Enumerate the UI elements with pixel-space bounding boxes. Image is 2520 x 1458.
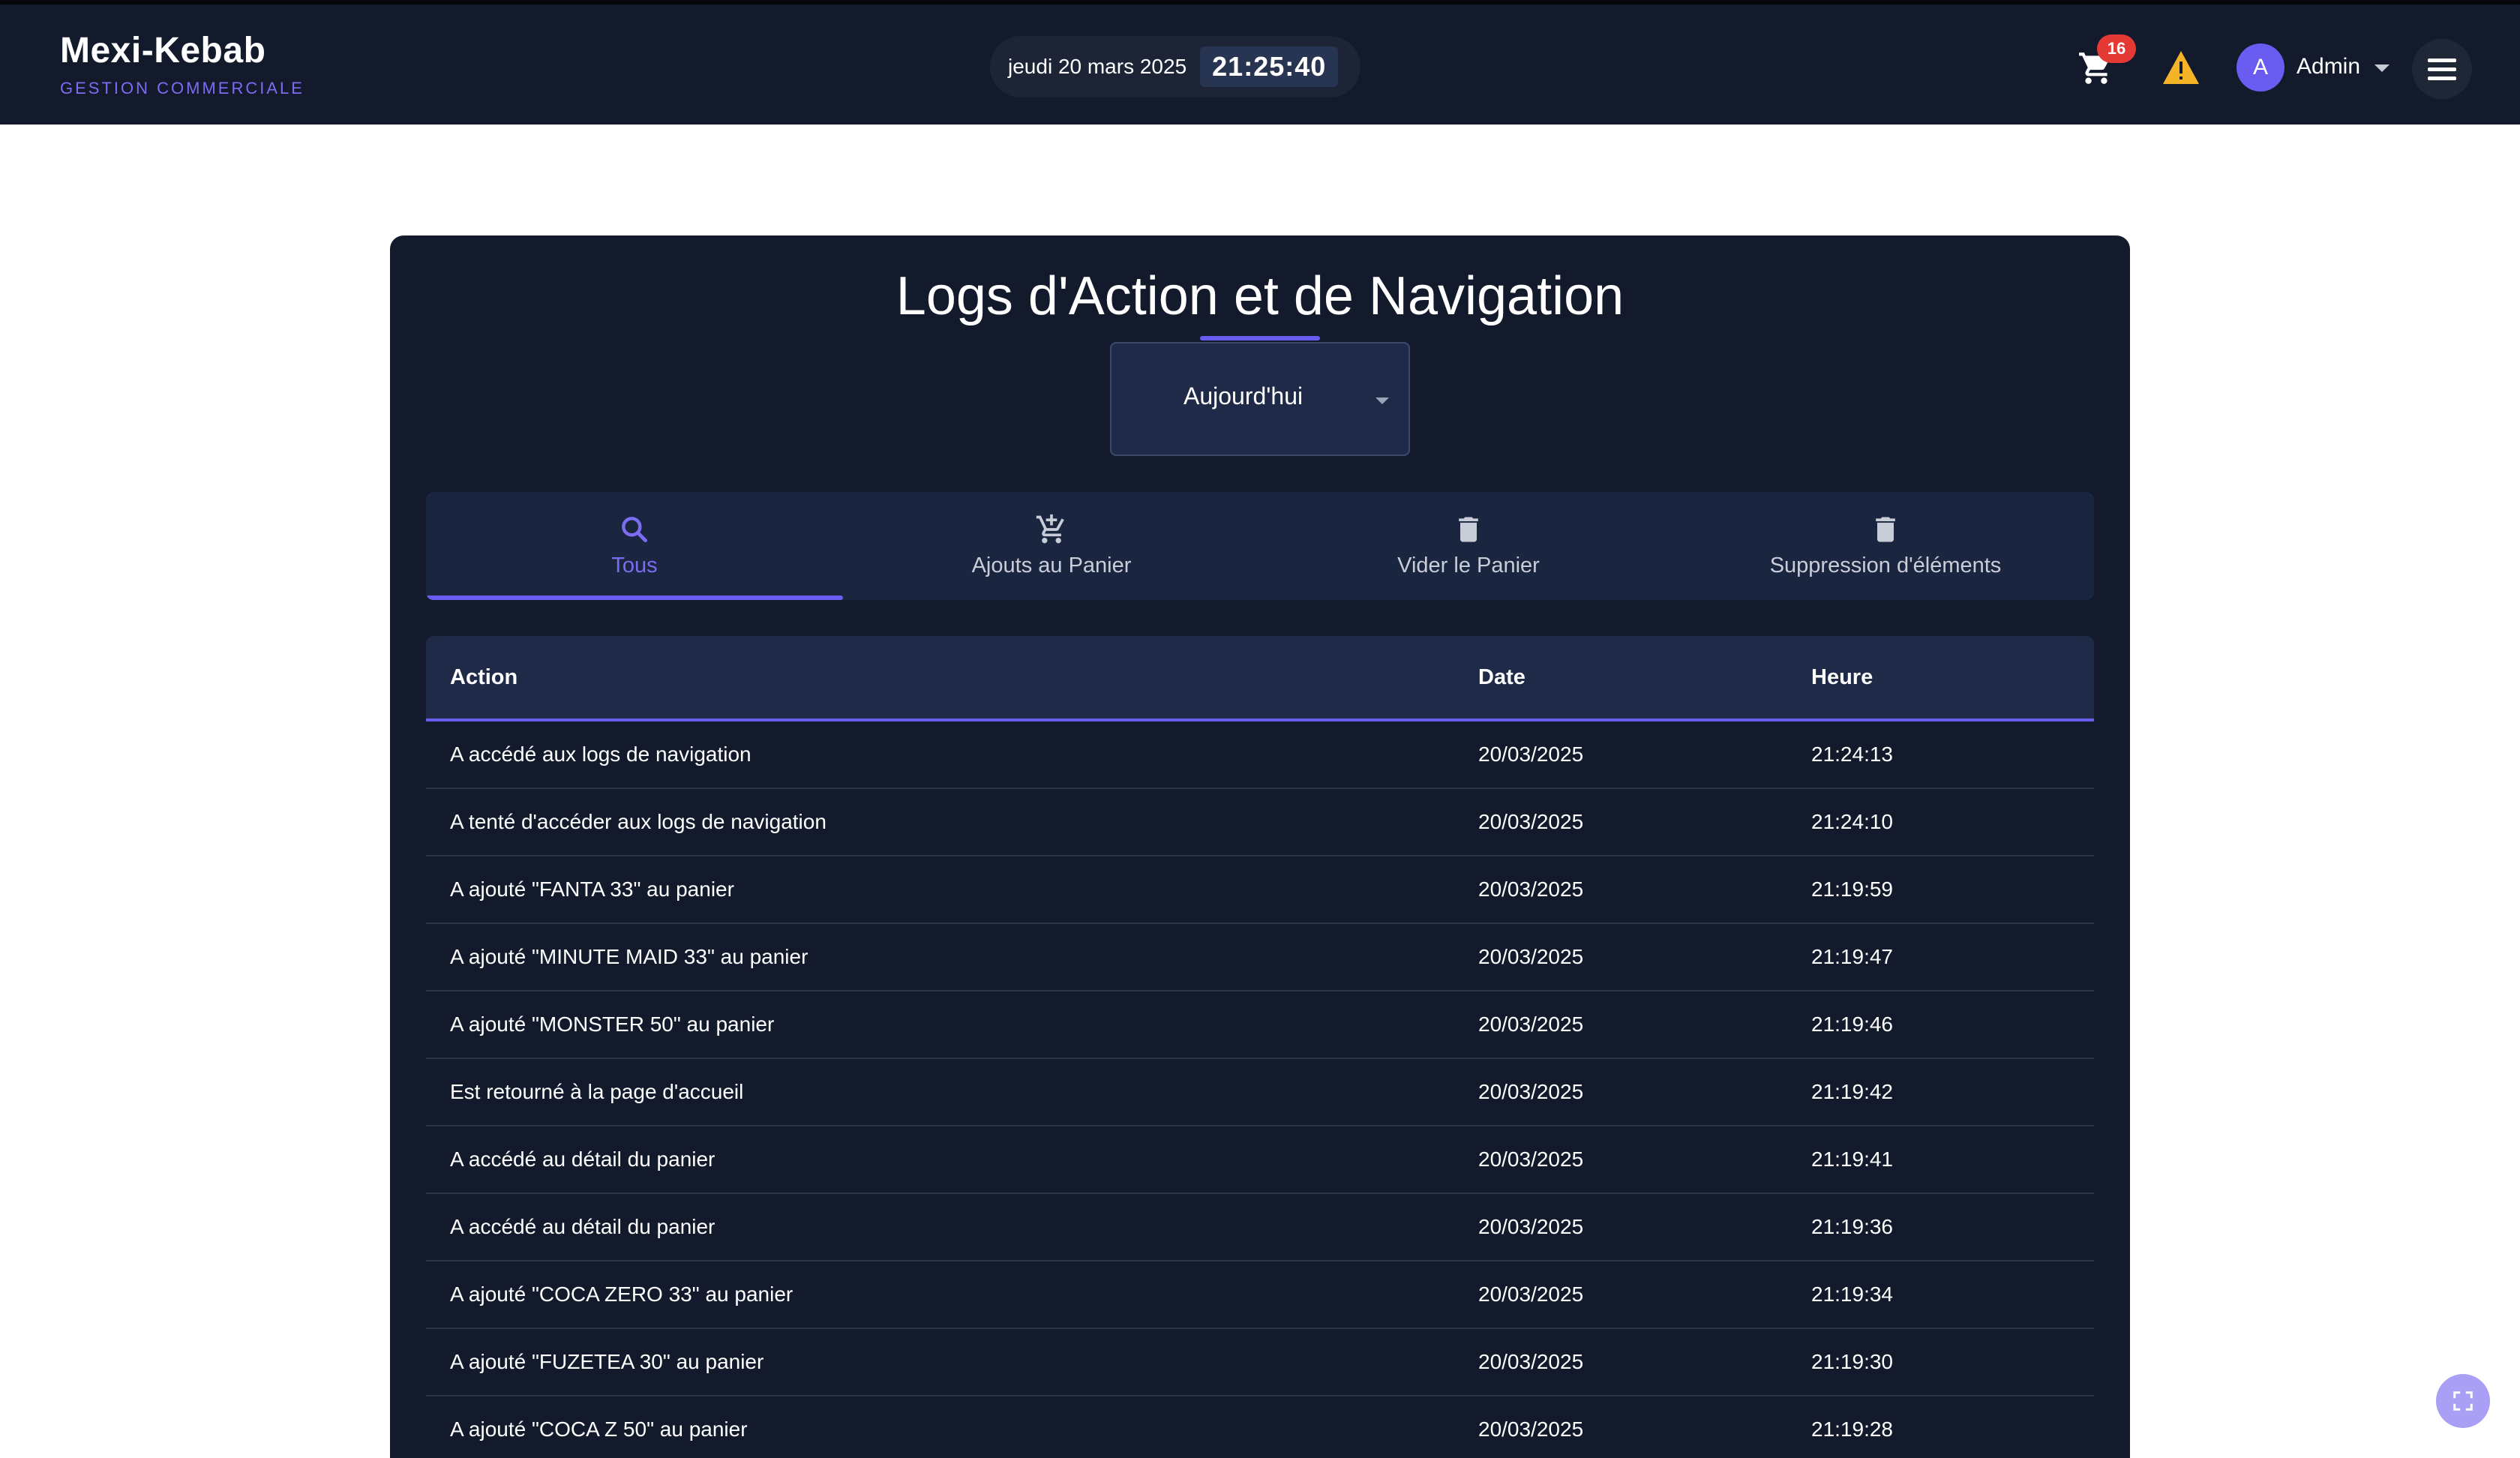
cell-action: A ajouté "MINUTE MAID 33" au panier xyxy=(450,945,808,968)
table-row: A ajouté "COCA Z 50" au panier 20/03/202… xyxy=(426,1396,2094,1458)
brand[interactable]: Mexi-Kebab GESTION COMMERCIALE xyxy=(60,30,304,98)
cell-action: A ajouté "MONSTER 50" au panier xyxy=(450,1012,775,1036)
table-header: Action Date Heure xyxy=(426,636,2094,722)
cart-add-icon xyxy=(1036,514,1064,544)
menu-button[interactable] xyxy=(2412,39,2472,99)
tab-all[interactable]: Tous xyxy=(426,492,843,600)
cell-time: 21:19:36 xyxy=(1811,1215,1893,1238)
trash-icon xyxy=(1459,517,1478,542)
column-header-action: Action xyxy=(450,664,518,689)
cell-action: A accédé au détail du panier xyxy=(450,1215,716,1238)
cell-date: 20/03/2025 xyxy=(1478,1215,1584,1238)
cell-date: 20/03/2025 xyxy=(1478,742,1584,766)
fullscreen-icon xyxy=(2453,1391,2473,1411)
table-row: A ajouté "FUZETEA 30" au panier 20/03/20… xyxy=(426,1329,2094,1396)
cell-date: 20/03/2025 xyxy=(1478,810,1584,833)
cell-time: 21:24:13 xyxy=(1811,742,1893,766)
current-date: jeudi 20 mars 2025 xyxy=(1008,55,1187,78)
cell-action: A ajouté "COCA ZERO 33" au panier xyxy=(450,1282,794,1306)
cell-time: 21:19:28 xyxy=(1811,1418,1893,1441)
cell-action: A accédé aux logs de navigation xyxy=(450,742,752,766)
column-header-time: Heure xyxy=(1811,664,1874,689)
tab-label: Ajouts au Panier xyxy=(971,554,1132,578)
search-icon xyxy=(622,517,648,543)
cell-time: 21:19:30 xyxy=(1811,1350,1893,1373)
cell-action: A tenté d'accéder aux logs de navigation xyxy=(450,810,826,833)
cell-time: 21:19:47 xyxy=(1811,945,1893,968)
warning-icon[interactable] xyxy=(2163,51,2199,84)
page-title: Logs d'Action et de Navigation xyxy=(896,266,1624,326)
cell-date: 20/03/2025 xyxy=(1478,1080,1584,1103)
chevron-down-icon[interactable] xyxy=(2374,64,2390,72)
cell-date: 20/03/2025 xyxy=(1478,1148,1584,1171)
menu-icon-bar xyxy=(2428,58,2456,62)
cell-date: 20/03/2025 xyxy=(1478,1418,1584,1441)
table-row: A accédé au détail du panier 20/03/2025 … xyxy=(426,1126,2094,1194)
avatar[interactable]: A xyxy=(2236,44,2284,92)
brand-subtitle: GESTION COMMERCIALE xyxy=(60,79,304,98)
cell-date: 20/03/2025 xyxy=(1478,1282,1584,1306)
chevron-down-icon xyxy=(1376,398,1389,404)
title-underline xyxy=(1200,336,1320,340)
table-row: A ajouté "MINUTE MAID 33" au panier 20/0… xyxy=(426,924,2094,992)
cell-time: 21:19:46 xyxy=(1811,1012,1893,1036)
cell-date: 20/03/2025 xyxy=(1478,878,1584,901)
log-filter-tabs: Tous Ajouts au Panier Vider le Panier Su… xyxy=(426,492,2094,600)
menu-icon-bar xyxy=(2428,67,2456,71)
tab-label: Tous xyxy=(611,554,658,578)
date-time-display: jeudi 20 mars 2025 21:25:40 xyxy=(990,36,1360,98)
cell-time: 21:19:59 xyxy=(1811,878,1893,901)
cart-count-badge: 16 xyxy=(2097,34,2136,63)
tab-label: Vider le Panier xyxy=(1397,554,1540,578)
cell-action: Est retourné à la page d'accueil xyxy=(450,1080,744,1103)
cell-action: A accédé au détail du panier xyxy=(450,1148,716,1171)
cell-time: 21:19:34 xyxy=(1811,1282,1893,1306)
table-row: A ajouté "FANTA 33" au panier 20/03/2025… xyxy=(426,856,2094,924)
table-row: Est retourné à la page d'accueil 20/03/2… xyxy=(426,1059,2094,1126)
current-time: 21:25:40 xyxy=(1200,46,1339,87)
tab-cart-additions[interactable]: Ajouts au Panier xyxy=(843,492,1260,600)
table-row: A accédé aux logs de navigation 20/03/20… xyxy=(426,722,2094,789)
cell-time: 21:24:10 xyxy=(1811,810,1893,833)
cell-date: 20/03/2025 xyxy=(1478,1350,1584,1373)
period-select[interactable]: Aujourd'hui xyxy=(1110,342,1410,456)
cell-action: A ajouté "COCA Z 50" au panier xyxy=(450,1418,748,1441)
cell-date: 20/03/2025 xyxy=(1478,1012,1584,1036)
user-name[interactable]: Admin xyxy=(2296,54,2360,80)
logs-card: Logs d'Action et de Navigation Aujourd'h… xyxy=(390,236,2130,1458)
top-navbar: Mexi-Kebab GESTION COMMERCIALE jeudi 20 … xyxy=(0,0,2520,124)
tab-empty-cart[interactable]: Vider le Panier xyxy=(1260,492,1677,600)
trash-icon xyxy=(1876,517,1895,542)
tab-item-removals[interactable]: Suppression d'éléments xyxy=(1677,492,2094,600)
table-row: A accédé au détail du panier 20/03/2025 … xyxy=(426,1194,2094,1262)
cell-time: 21:19:41 xyxy=(1811,1148,1893,1171)
table-row: A ajouté "MONSTER 50" au panier 20/03/20… xyxy=(426,992,2094,1059)
tab-label: Suppression d'éléments xyxy=(1769,554,2002,578)
logs-table: Action Date Heure A accédé aux logs de n… xyxy=(426,636,2094,1458)
brand-name: Mexi-Kebab xyxy=(60,31,266,70)
cell-action: A ajouté "FANTA 33" au panier xyxy=(450,878,734,901)
cell-time: 21:19:42 xyxy=(1811,1080,1893,1103)
period-selected-value: Aujourd'hui xyxy=(1184,382,1304,410)
table-row: A tenté d'accéder aux logs de navigation… xyxy=(426,789,2094,856)
cell-date: 20/03/2025 xyxy=(1478,945,1584,968)
fullscreen-button[interactable] xyxy=(2436,1374,2490,1428)
table-row: A ajouté "COCA ZERO 33" au panier 20/03/… xyxy=(426,1262,2094,1329)
column-header-date: Date xyxy=(1478,664,1526,689)
cell-action: A ajouté "FUZETEA 30" au panier xyxy=(450,1350,764,1373)
menu-icon-bar xyxy=(2428,76,2456,80)
